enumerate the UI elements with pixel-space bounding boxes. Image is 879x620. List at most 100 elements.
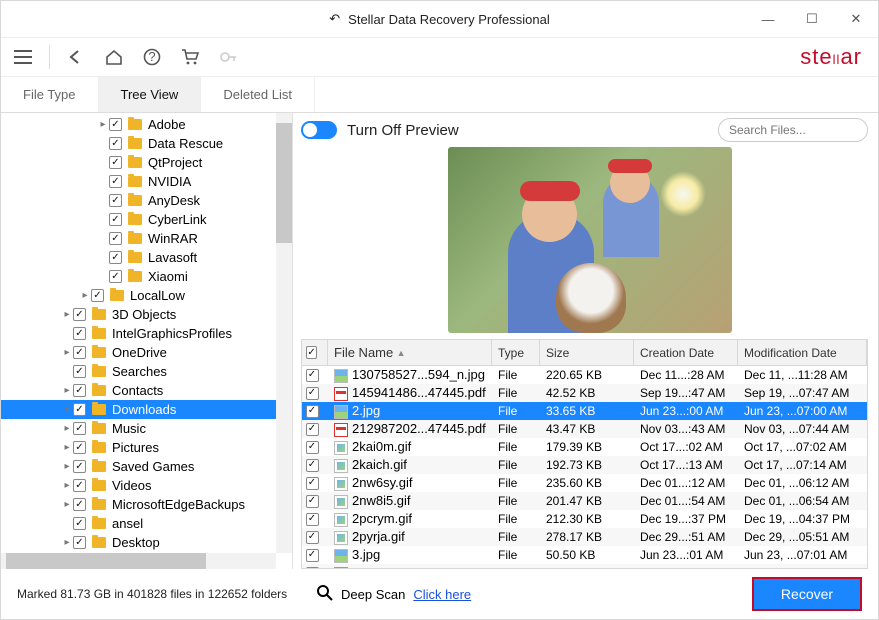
- checkbox-icon[interactable]: [306, 423, 319, 436]
- checkbox-icon[interactable]: [73, 403, 86, 416]
- tree-item[interactable]: ▸LocalLow: [1, 286, 276, 305]
- chevron-right-icon[interactable]: ▸: [79, 290, 91, 301]
- tree-item[interactable]: ansel: [1, 514, 276, 533]
- help-icon[interactable]: ?: [140, 45, 164, 69]
- checkbox-icon[interactable]: [73, 536, 86, 549]
- cart-icon[interactable]: [178, 45, 202, 69]
- tree-item[interactable]: QtProject: [1, 153, 276, 172]
- checkbox-icon[interactable]: [73, 384, 86, 397]
- tree-item[interactable]: ▸Contacts: [1, 381, 276, 400]
- checkbox-icon[interactable]: [306, 549, 319, 562]
- chevron-right-icon[interactable]: ▸: [61, 499, 73, 510]
- grid-body[interactable]: 130758527...594_n.jpgFile220.65 KBDec 11…: [302, 366, 867, 569]
- chevron-right-icon[interactable]: ▸: [61, 309, 73, 320]
- chevron-right-icon[interactable]: ▸: [97, 119, 109, 130]
- search-box[interactable]: 🔍: [718, 118, 868, 142]
- file-row[interactable]: 145941486...47445.pdfFile42.52 KBSep 19.…: [302, 384, 867, 402]
- checkbox-icon[interactable]: [109, 213, 122, 226]
- checkbox-icon[interactable]: [73, 327, 86, 340]
- tree-scrollbar-vertical[interactable]: [276, 113, 292, 553]
- checkbox-icon[interactable]: [109, 251, 122, 264]
- tab-deleted-list[interactable]: Deleted List: [201, 77, 315, 112]
- tree-item[interactable]: ▸Music: [1, 419, 276, 438]
- key-icon[interactable]: [216, 45, 240, 69]
- tree-item[interactable]: ▸Adobe: [1, 115, 276, 134]
- file-row[interactable]: 2kai0m.gifFile179.39 KBOct 17...:02 AMOc…: [302, 438, 867, 456]
- checkbox-icon[interactable]: [73, 460, 86, 473]
- tree-item[interactable]: ▸3D Objects: [1, 305, 276, 324]
- tree-item[interactable]: Searches: [1, 362, 276, 381]
- home-icon[interactable]: [102, 45, 126, 69]
- file-row[interactable]: 2pyrja.gifFile278.17 KBDec 29...:51 AMDe…: [302, 528, 867, 546]
- recover-button[interactable]: Recover: [752, 577, 862, 611]
- tab-tree-view[interactable]: Tree View: [99, 77, 202, 112]
- file-row[interactable]: 2.jpgFile33.65 KBJun 23...:00 AMJun 23, …: [302, 402, 867, 420]
- checkbox-icon[interactable]: [306, 459, 319, 472]
- tree-item[interactable]: ▸Videos: [1, 476, 276, 495]
- checkbox-icon[interactable]: [109, 232, 122, 245]
- checkbox-icon[interactable]: [73, 422, 86, 435]
- grid-header-name[interactable]: File Name ▲: [328, 340, 492, 365]
- preview-toggle[interactable]: [301, 121, 337, 139]
- tree-item[interactable]: Xiaomi: [1, 267, 276, 286]
- file-row[interactable]: 3.jpgFile50.50 KBJun 23...:01 AMJun 23, …: [302, 546, 867, 564]
- checkbox-icon[interactable]: [306, 369, 319, 382]
- checkbox-icon[interactable]: [73, 441, 86, 454]
- file-row[interactable]: 2nw8i5.gifFile201.47 KBDec 01...:54 AMDe…: [302, 492, 867, 510]
- checkbox-icon[interactable]: [306, 513, 319, 526]
- chevron-right-icon[interactable]: ▸: [61, 347, 73, 358]
- chevron-right-icon[interactable]: ▸: [61, 423, 73, 434]
- checkbox-icon[interactable]: [306, 531, 319, 544]
- close-button[interactable]: ✕: [834, 1, 878, 37]
- checkbox-icon[interactable]: [306, 441, 319, 454]
- tree-scrollbar-horizontal[interactable]: [1, 553, 276, 569]
- checkbox-icon[interactable]: [91, 289, 104, 302]
- deep-scan-link[interactable]: Click here: [413, 587, 471, 602]
- checkbox-icon[interactable]: [73, 498, 86, 511]
- folder-tree[interactable]: ▸AdobeData RescueQtProjectNVIDIAAnyDeskC…: [1, 113, 276, 553]
- tree-item[interactable]: ▸Pictures: [1, 438, 276, 457]
- search-input[interactable]: [729, 123, 878, 137]
- back-icon[interactable]: [64, 45, 88, 69]
- file-row[interactable]: 212987202...47445.pdfFile43.47 KBNov 03.…: [302, 420, 867, 438]
- chevron-right-icon[interactable]: ▸: [61, 461, 73, 472]
- tree-item[interactable]: WinRAR: [1, 229, 276, 248]
- checkbox-icon[interactable]: [306, 387, 319, 400]
- tree-item[interactable]: Lavasoft: [1, 248, 276, 267]
- grid-header-creation-date[interactable]: Creation Date: [634, 340, 738, 365]
- file-row[interactable]: 2kaich.gifFile192.73 KBOct 17...:13 AMOc…: [302, 456, 867, 474]
- checkbox-icon[interactable]: [109, 137, 122, 150]
- chevron-right-icon[interactable]: ▸: [61, 537, 73, 548]
- chevron-right-icon[interactable]: ▸: [61, 442, 73, 453]
- file-row[interactable]: 130758527...594_n.jpgFile220.65 KBDec 11…: [302, 366, 867, 384]
- file-row[interactable]: 2pcrym.gifFile212.30 KBDec 19...:37 PMDe…: [302, 510, 867, 528]
- chevron-right-icon[interactable]: ▸: [61, 385, 73, 396]
- checkbox-icon[interactable]: [109, 194, 122, 207]
- checkbox-icon[interactable]: [109, 175, 122, 188]
- menu-icon[interactable]: [11, 45, 35, 69]
- checkbox-icon[interactable]: [306, 495, 319, 508]
- checkbox-icon[interactable]: [73, 308, 86, 321]
- tree-item[interactable]: NVIDIA: [1, 172, 276, 191]
- grid-header-modification-date[interactable]: Modification Date: [738, 340, 867, 365]
- tree-item[interactable]: ▾Downloads: [1, 400, 276, 419]
- maximize-button[interactable]: ☐: [790, 1, 834, 37]
- tree-item[interactable]: ▸Desktop: [1, 533, 276, 552]
- checkbox-icon[interactable]: [73, 479, 86, 492]
- checkbox-icon[interactable]: [109, 156, 122, 169]
- chevron-right-icon[interactable]: ▸: [61, 480, 73, 491]
- tree-item[interactable]: ▸MicrosoftEdgeBackups: [1, 495, 276, 514]
- tab-file-type[interactable]: File Type: [1, 77, 99, 112]
- grid-header-type[interactable]: Type: [492, 340, 540, 365]
- checkbox-icon[interactable]: [306, 477, 319, 490]
- checkbox-icon[interactable]: [306, 405, 319, 418]
- checkbox-icon[interactable]: [306, 346, 316, 359]
- checkbox-icon[interactable]: [73, 365, 86, 378]
- minimize-button[interactable]: —: [746, 1, 790, 37]
- grid-header-size[interactable]: Size: [540, 340, 634, 365]
- tree-item[interactable]: Data Rescue: [1, 134, 276, 153]
- chevron-right-icon[interactable]: ▾: [61, 404, 73, 415]
- checkbox-icon[interactable]: [73, 517, 86, 530]
- tree-item[interactable]: AnyDesk: [1, 191, 276, 210]
- checkbox-icon[interactable]: [109, 270, 122, 283]
